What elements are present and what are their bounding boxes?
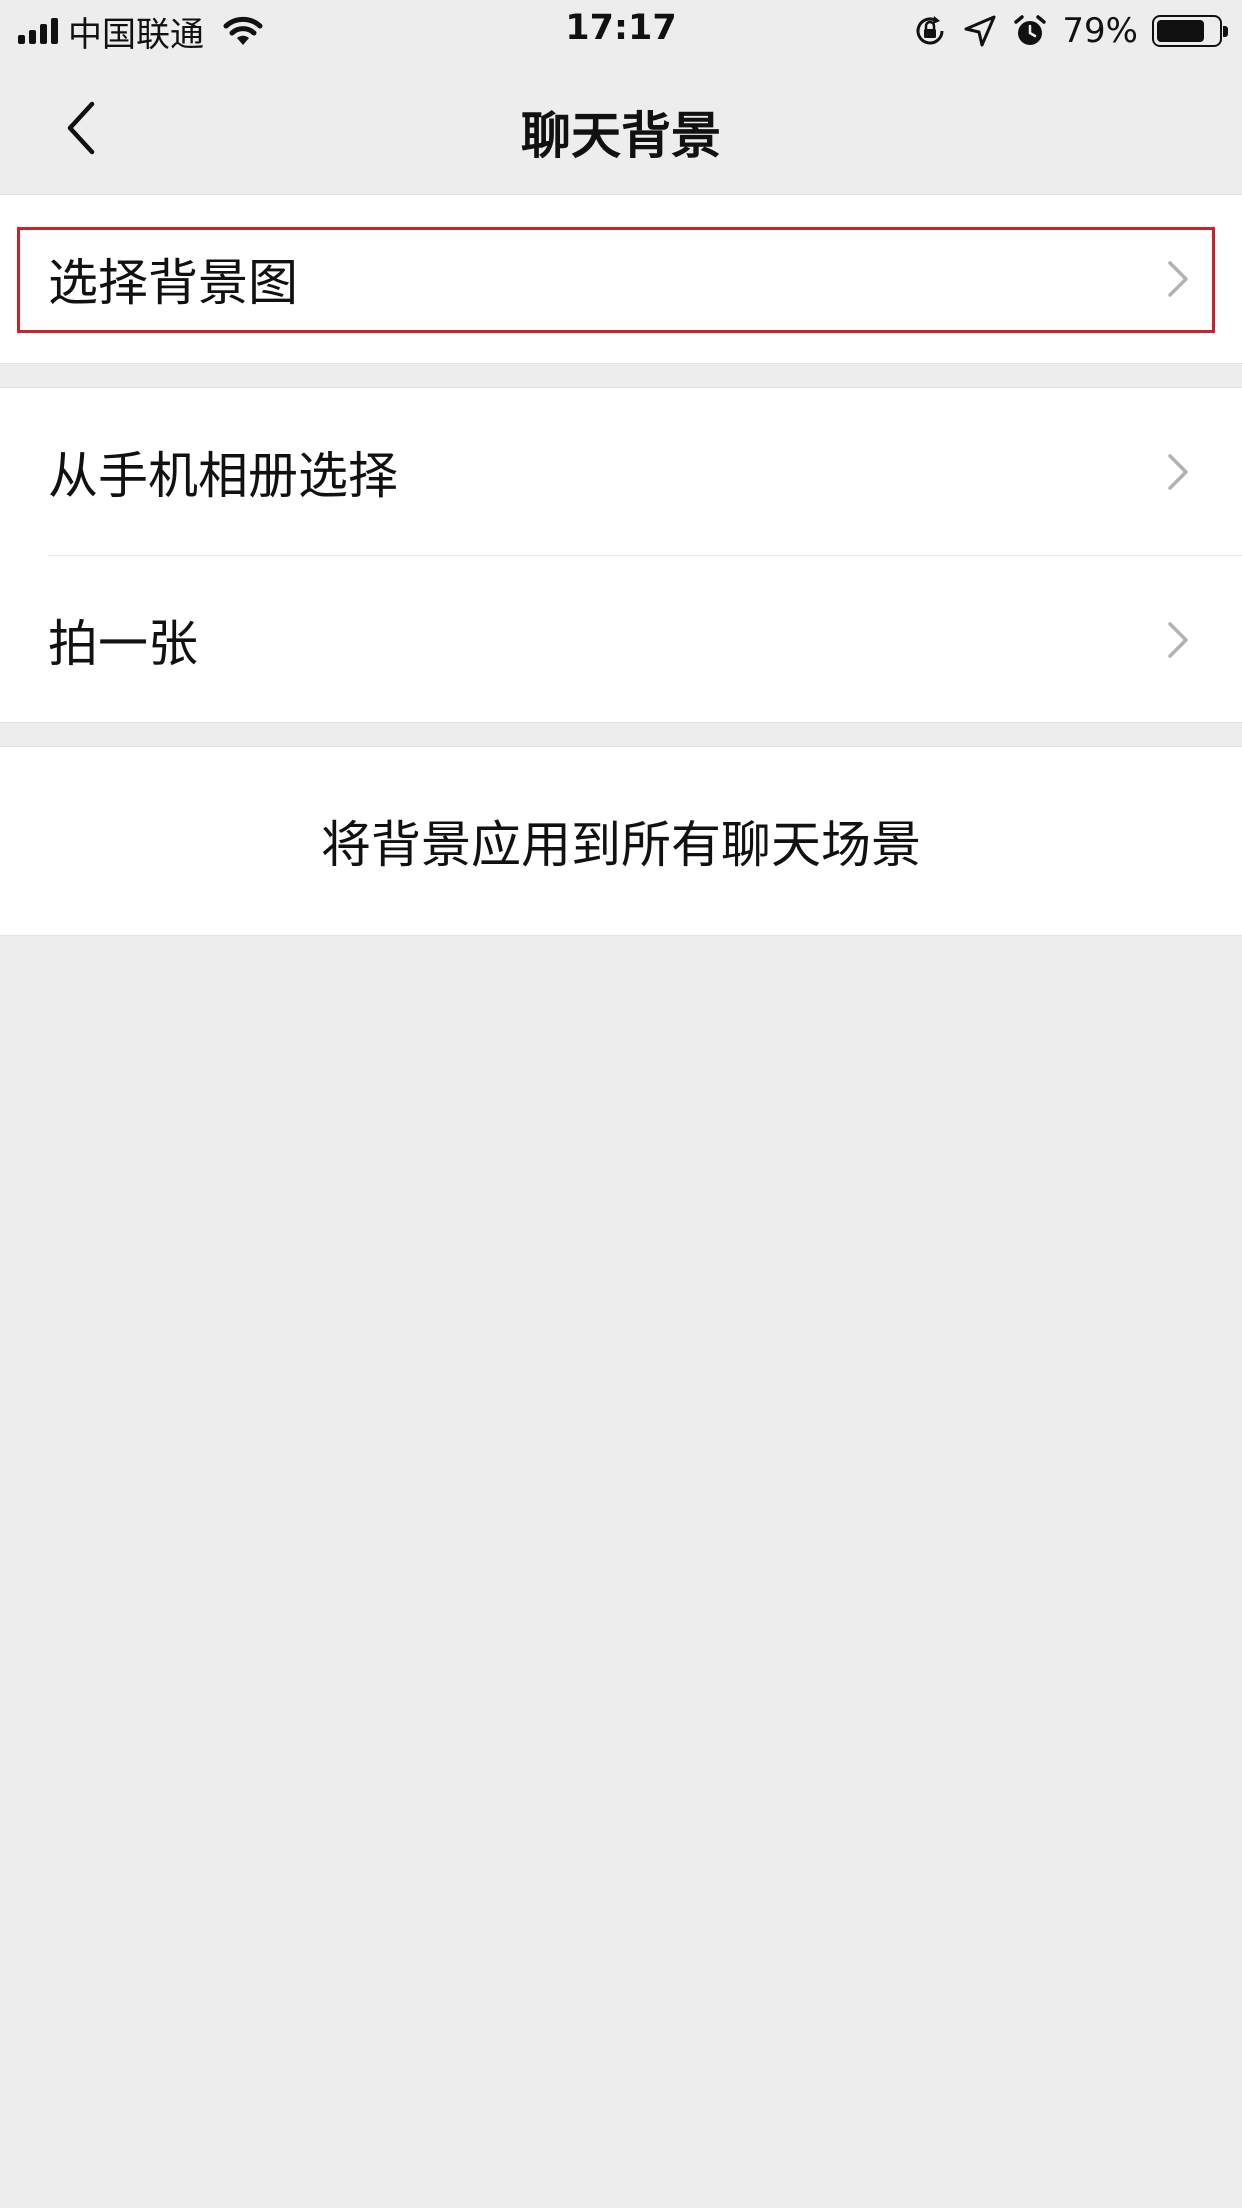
photo-options-group: 从手机相册选择 拍一张 — [0, 387, 1242, 723]
apply-to-all-button[interactable]: 将背景应用到所有聊天场景 — [0, 747, 1242, 935]
chevron-right-icon — [1168, 261, 1188, 297]
take-photo-cell[interactable]: 拍一张 — [0, 556, 1242, 724]
battery-icon — [1152, 15, 1228, 47]
alarm-icon — [1014, 15, 1047, 45]
rotation-lock-icon — [916, 16, 944, 45]
album-select-label: 从手机相册选择 — [48, 447, 398, 505]
apply-group: 将背景应用到所有聊天场景 — [0, 746, 1242, 936]
status-bar-right: 79% — [912, 10, 1228, 52]
take-photo-label: 拍一张 — [48, 615, 198, 673]
battery-nub — [1223, 26, 1228, 37]
chevron-right-icon — [1168, 622, 1188, 658]
status-bar: 中国联通 17:17 79% — [0, 0, 1242, 62]
battery-percent: 79% — [1062, 11, 1138, 51]
page-title: 聊天背景 — [521, 107, 721, 165]
location-icon — [964, 15, 996, 47]
battery-level-fill — [1157, 20, 1204, 42]
select-background-group: 选择背景图 — [0, 194, 1242, 364]
select-background-label: 选择背景图 — [48, 254, 298, 312]
chevron-right-icon — [1168, 454, 1188, 490]
select-background-cell[interactable]: 选择背景图 — [0, 195, 1242, 363]
navigation-bar: 聊天背景 — [0, 62, 1242, 194]
album-select-cell[interactable]: 从手机相册选择 — [0, 388, 1242, 556]
